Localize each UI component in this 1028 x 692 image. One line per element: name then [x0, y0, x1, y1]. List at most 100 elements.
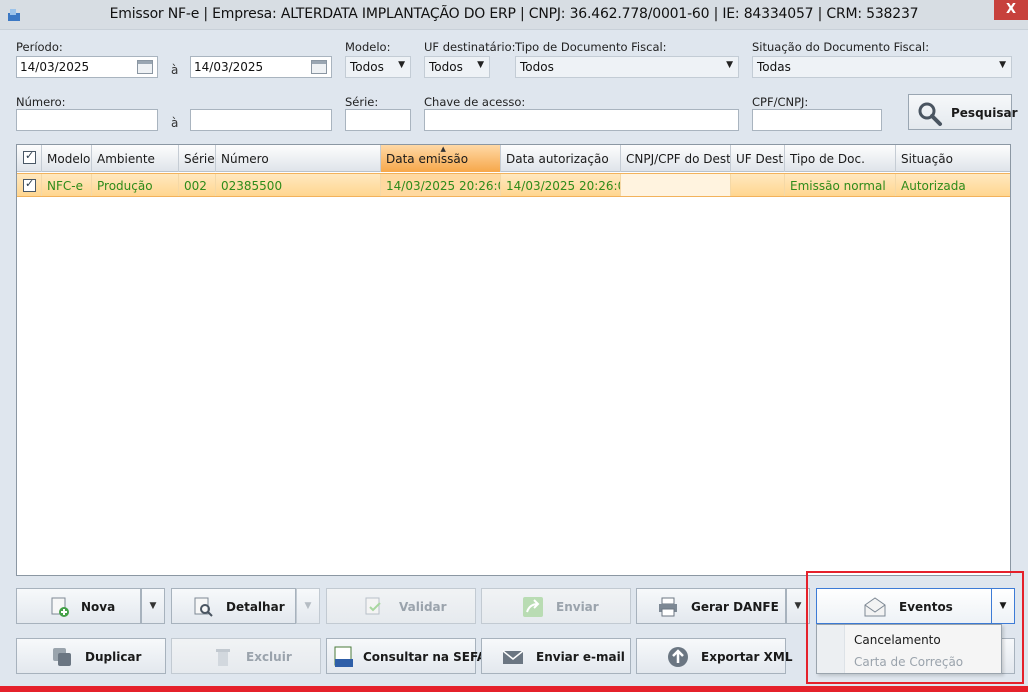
cell-serie: 002: [179, 174, 216, 196]
numero-separator: à: [171, 116, 179, 130]
validar-button[interactable]: Validar: [326, 588, 476, 624]
tipo-doc-label: Tipo de Documento Fiscal:: [515, 40, 667, 54]
numero-label: Número:: [16, 95, 66, 109]
enviar-email-button[interactable]: Enviar e-mail: [481, 638, 631, 674]
tipo-doc-select[interactable]: Todos ▼: [515, 56, 739, 78]
cell-tipo-doc: Emissão normal: [785, 174, 896, 196]
excluir-button-label: Excluir: [246, 650, 292, 664]
col-header-serie[interactable]: Série: [179, 145, 216, 172]
menu-icon-strip: [817, 625, 845, 673]
duplicar-button[interactable]: Duplicar: [16, 638, 166, 674]
chevron-down-icon: ▼: [999, 60, 1006, 70]
eventos-button[interactable]: Eventos: [816, 588, 992, 624]
menu-item-carta-correcao[interactable]: Carta de Correção: [854, 655, 963, 669]
close-button[interactable]: X: [994, 0, 1028, 20]
serie-field[interactable]: [345, 109, 411, 131]
date-from-field[interactable]: 14/03/2025: [16, 56, 158, 78]
chevron-down-icon: ▼: [794, 601, 802, 611]
calendar-icon[interactable]: [311, 60, 327, 74]
col-header-modelo[interactable]: Modelo: [42, 145, 92, 172]
nova-dropdown-button[interactable]: ▼: [141, 588, 165, 624]
search-icon: [918, 102, 942, 126]
cell-situacao: Autorizada: [901, 179, 966, 193]
chevron-down-icon: ▼: [304, 601, 312, 611]
chevron-down-icon: ▼: [726, 60, 733, 70]
cell-ambiente: Produção: [92, 174, 179, 196]
enviar-email-button-label: Enviar e-mail: [536, 650, 625, 664]
send-arrow-icon: [523, 597, 543, 617]
exportar-xml-button[interactable]: Exportar XML: [636, 638, 792, 674]
uf-select[interactable]: Todos ▼: [424, 56, 490, 78]
duplicar-button-label: Duplicar: [85, 650, 142, 664]
search-button[interactable]: Pesquisar: [908, 94, 1017, 130]
gerar-danfe-dropdown-button[interactable]: ▼: [786, 588, 810, 624]
col-header-data-emissao[interactable]: ▲ Data emissão: [381, 145, 501, 172]
col-header-ambiente[interactable]: Ambiente: [92, 145, 179, 172]
col-header-data-autorizacao[interactable]: Data autorização: [501, 145, 621, 172]
title-bar: Emissor NF-e | Empresa: ALTERDATA IMPLAN…: [0, 0, 1028, 30]
consultar-sefaz-button-label: Consultar na SEFAZ: [363, 650, 495, 664]
detalhar-dropdown-button[interactable]: ▼: [296, 588, 320, 624]
nova-button[interactable]: Nova: [16, 588, 141, 624]
printer-icon: [659, 597, 677, 617]
chevron-down-icon: ▼: [149, 601, 157, 611]
detalhar-button[interactable]: Detalhar: [171, 588, 296, 624]
col-header-uf-dest[interactable]: UF Dest.: [731, 145, 785, 172]
document-search-icon: [194, 597, 213, 617]
bottom-highlight-bar: [0, 686, 1028, 692]
enviar-button-label: Enviar: [556, 600, 599, 614]
excluir-button[interactable]: Excluir: [171, 638, 321, 674]
cell-numero: 02385500: [216, 174, 381, 196]
chave-field[interactable]: [424, 109, 739, 131]
export-icon: [668, 647, 688, 667]
table-row[interactable]: NFC-e Produção 002 02385500 14/03/2025 2…: [17, 173, 1010, 197]
numero-from-field[interactable]: [16, 109, 158, 131]
col-header-cnpj-dest[interactable]: CNPJ/CPF do Dest.: [621, 145, 731, 172]
cell-uf-dest: [731, 174, 785, 196]
documents-grid[interactable]: Modelo Ambiente Série Número ▲ Data emis…: [16, 144, 1011, 576]
email-icon: [502, 650, 524, 664]
cell-cnpj-dest: [621, 174, 731, 196]
partially-hidden-button[interactable]: [1000, 638, 1015, 674]
eventos-dropdown-button[interactable]: ▼: [991, 588, 1015, 624]
exportar-xml-button-label: Exportar XML: [701, 650, 793, 664]
numero-to-field[interactable]: [190, 109, 332, 131]
chevron-down-icon: ▼: [999, 601, 1007, 611]
eventos-menu: Cancelamento Carta de Correção: [816, 624, 1002, 674]
select-all-checkbox[interactable]: [17, 145, 42, 172]
modelo-select[interactable]: Todos ▼: [345, 56, 411, 78]
menu-item-cancelamento[interactable]: Cancelamento: [854, 633, 941, 647]
validar-button-label: Validar: [399, 600, 447, 614]
chevron-down-icon: ▼: [477, 60, 484, 70]
situacao-label: Situação do Documento Fiscal:: [752, 40, 930, 54]
row-checkbox[interactable]: [17, 174, 42, 196]
cell-data-emissao: 14/03/2025 20:26:06: [381, 174, 501, 196]
chave-label: Chave de acesso:: [424, 95, 526, 109]
date-to-field[interactable]: 14/03/2025: [190, 56, 332, 78]
cell-modelo: NFC-e: [42, 174, 92, 196]
date-separator: à: [171, 63, 179, 77]
enviar-button[interactable]: Enviar: [481, 588, 631, 624]
tipo-doc-value: Todos: [520, 60, 554, 74]
sort-asc-icon: ▲: [440, 145, 446, 153]
consultar-sefaz-button[interactable]: Consultar na SEFAZ: [326, 638, 495, 674]
col-header-situacao[interactable]: Situação: [896, 145, 1010, 172]
gerar-danfe-button[interactable]: Gerar DANFE: [636, 588, 786, 624]
search-button-label: Pesquisar: [951, 106, 1018, 120]
detalhar-button-label: Detalhar: [226, 600, 285, 614]
periodo-label: Período:: [16, 40, 63, 54]
trash-icon: [216, 649, 230, 666]
col-header-tipo-doc[interactable]: Tipo de Doc.: [785, 145, 896, 172]
situacao-select[interactable]: Todas ▼: [752, 56, 1012, 78]
cpf-field[interactable]: [752, 109, 882, 131]
calendar-icon[interactable]: [137, 60, 153, 74]
modelo-value: Todos: [350, 60, 384, 74]
duplicate-icon: [53, 648, 71, 666]
validate-icon: [365, 597, 381, 615]
col-header-numero[interactable]: Número: [216, 145, 381, 172]
cell-data-autorizacao: 14/03/2025 20:26:07: [501, 174, 621, 196]
uf-label: UF destinatário:: [424, 40, 516, 54]
chevron-down-icon: ▼: [398, 60, 405, 70]
situacao-value: Todas: [757, 60, 791, 74]
new-document-icon: [51, 597, 69, 617]
